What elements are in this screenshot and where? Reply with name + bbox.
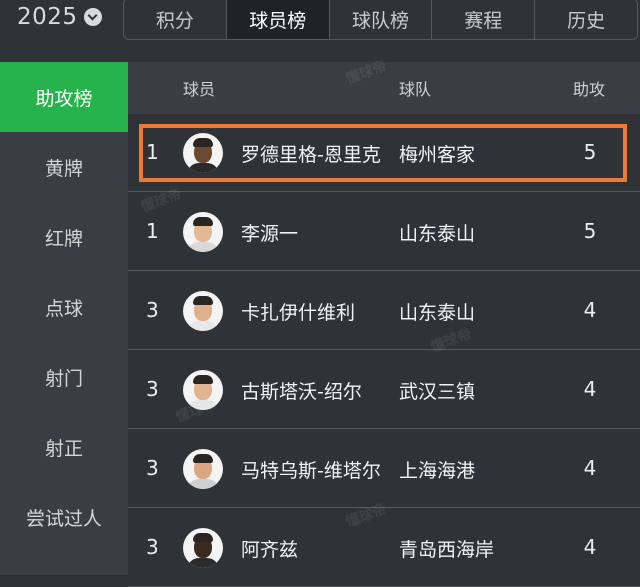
- table-row[interactable]: 1 罗德里格-恩里克 梅州客家 5: [128, 114, 640, 192]
- player-avatar[interactable]: [183, 370, 223, 410]
- rankings-table: 球员 球队 助攻 1 罗德里格-恩里克 梅州客家 5 1 李源一 山东泰山 5 3 卡扎伊什维利山…: [128, 62, 640, 587]
- player-name[interactable]: 李源一: [241, 219, 298, 246]
- sidebar-item-assists[interactable]: 助攻榜: [0, 62, 128, 132]
- player-avatar[interactable]: [183, 449, 223, 489]
- assists-value: 4: [583, 298, 597, 322]
- player-avatar[interactable]: [183, 133, 223, 173]
- tab-standings[interactable]: 积分: [124, 0, 226, 39]
- table-row[interactable]: 3 阿齐兹 青岛西海岸 4: [128, 509, 640, 587]
- tab-history[interactable]: 历史: [534, 0, 637, 39]
- table-row[interactable]: 1 李源一 山东泰山 5: [128, 193, 640, 271]
- sidebar-item-red-cards[interactable]: 红牌: [0, 202, 128, 272]
- stat-category-sidebar: 助攻榜 黄牌 红牌 点球 射门 射正 尝试过人: [0, 62, 128, 575]
- player-avatar[interactable]: [183, 528, 223, 568]
- player-name[interactable]: 马特乌斯-维塔尔: [241, 456, 381, 483]
- tab-bar: 积分 球员榜 球队榜 赛程 历史: [123, 0, 638, 40]
- assists-value: 4: [583, 377, 597, 401]
- rank-number: 3: [146, 456, 159, 480]
- player-name[interactable]: 卡扎伊什维利: [241, 298, 355, 325]
- sidebar-item-shots-on-target[interactable]: 射正: [0, 412, 128, 482]
- player-name[interactable]: 罗德里格-恩里克: [241, 140, 381, 167]
- header-assists: 助攻: [573, 80, 606, 99]
- assists-value: 4: [583, 535, 597, 559]
- table-row[interactable]: 3 马特乌斯-维塔尔 上海海港 4: [128, 430, 640, 508]
- player-name[interactable]: 古斯塔沃-绍尔: [241, 377, 362, 404]
- rank-number: 1: [146, 140, 159, 164]
- rank-number: 1: [146, 219, 159, 243]
- player-avatar[interactable]: [183, 212, 223, 252]
- header-team: 球队: [399, 80, 432, 99]
- chevron-down-icon: [83, 8, 102, 26]
- table-row[interactable]: 3 古斯塔沃-绍尔 武汉三镇 4: [128, 351, 640, 429]
- team-name[interactable]: 山东泰山: [399, 219, 475, 246]
- rank-number: 3: [146, 377, 159, 401]
- assists-value: 5: [583, 219, 597, 243]
- sidebar-item-penalties[interactable]: 点球: [0, 272, 128, 342]
- team-name[interactable]: 梅州客家: [399, 140, 475, 167]
- player-name[interactable]: 阿齐兹: [241, 535, 298, 562]
- team-name[interactable]: 上海海港: [399, 456, 475, 483]
- sidebar-item-yellow-cards[interactable]: 黄牌: [0, 132, 128, 202]
- top-bar: 2025 积分 球员榜 球队榜 赛程 历史: [0, 0, 640, 44]
- team-name[interactable]: 青岛西海岸: [399, 535, 494, 562]
- header-player: 球员: [183, 80, 216, 99]
- tab-team-rankings[interactable]: 球队榜: [328, 0, 432, 39]
- team-name[interactable]: 山东泰山: [399, 298, 475, 325]
- season-selector[interactable]: 2025: [17, 2, 102, 32]
- team-name[interactable]: 武汉三镇: [399, 377, 475, 404]
- player-avatar[interactable]: [183, 291, 223, 331]
- assists-value: 5: [583, 140, 597, 164]
- sidebar-item-shots[interactable]: 射门: [0, 342, 128, 412]
- rank-number: 3: [146, 535, 159, 559]
- sidebar-item-dribble-attempts[interactable]: 尝试过人: [0, 482, 128, 552]
- season-label: 2025: [17, 4, 78, 30]
- tab-player-rankings[interactable]: 球员榜: [225, 0, 329, 39]
- table-header: 球员 球队 助攻: [128, 62, 640, 114]
- assists-value: 4: [583, 456, 597, 480]
- table-row[interactable]: 3 卡扎伊什维利 山东泰山 4: [128, 272, 640, 350]
- rank-number: 3: [146, 298, 159, 322]
- tab-schedule[interactable]: 赛程: [431, 0, 534, 39]
